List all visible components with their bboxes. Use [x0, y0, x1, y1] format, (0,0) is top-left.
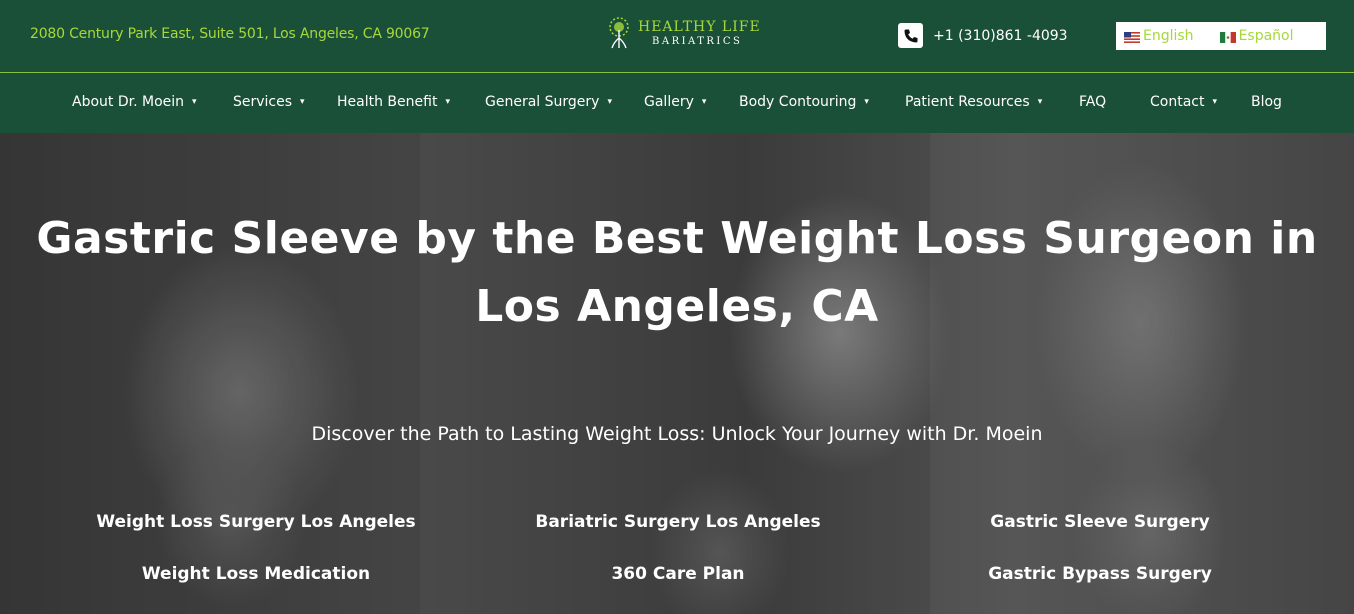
caret-down-icon: ▾ — [192, 97, 197, 107]
nav-item-general-surgery[interactable]: General Surgery ▾ — [485, 94, 612, 110]
language-label: Español — [1238, 28, 1294, 44]
hero-title-line2: Los Angeles, CA — [475, 281, 879, 332]
site-logo[interactable]: HEALTHY LIFE BARIATRICS — [606, 16, 761, 50]
nav-label: FAQ — [1079, 94, 1107, 110]
service-link-gastric-sleeve[interactable]: Gastric Sleeve Surgery — [890, 512, 1310, 532]
caret-down-icon: ▾ — [1212, 97, 1217, 107]
language-label: English — [1143, 28, 1194, 44]
hero-title: Gastric Sleeve by the Best Weight Loss S… — [0, 205, 1354, 341]
mx-flag-icon — [1219, 31, 1236, 43]
address-text: 2080 Century Park East, Suite 501, Los A… — [30, 26, 430, 42]
service-link-weight-loss-medication[interactable]: Weight Loss Medication — [46, 564, 466, 584]
service-link-360-care-plan[interactable]: 360 Care Plan — [468, 564, 888, 584]
hero-subtitle: Discover the Path to Lasting Weight Loss… — [311, 423, 1043, 445]
caret-down-icon: ▾ — [701, 97, 707, 107]
service-link-weight-loss-surgery[interactable]: Weight Loss Surgery Los Angeles — [46, 512, 466, 532]
nav-item-patient-resources[interactable]: Patient Resources ▾ — [905, 94, 1042, 110]
logo-title: HEALTHY LIFE — [638, 18, 761, 35]
main-nav: About Dr. Moein ▾ Services ▾ Health Bene… — [0, 73, 1354, 133]
language-option-spanish[interactable]: Español — [1219, 28, 1294, 44]
language-option-english[interactable]: English — [1124, 28, 1194, 44]
tree-logo-icon — [606, 16, 632, 50]
service-link-bariatric-surgery[interactable]: Bariatric Surgery Los Angeles — [468, 512, 888, 532]
nav-item-gallery[interactable]: Gallery ▾ — [644, 94, 706, 110]
nav-item-contact[interactable]: Contact ▾ — [1150, 94, 1217, 110]
caret-down-icon: ▾ — [1037, 97, 1043, 107]
caret-down-icon: ▾ — [445, 97, 450, 107]
caret-down-icon: ▾ — [300, 97, 305, 107]
nav-item-services[interactable]: Services ▾ — [233, 94, 305, 110]
nav-label: Blog — [1251, 94, 1282, 110]
nav-label: Body Contouring — [739, 94, 857, 110]
hero-title-line1: Gastric Sleeve by the Best Weight Loss S… — [36, 213, 1318, 264]
phone-number: +1 (310)861 -4093 — [933, 27, 1068, 44]
language-switcher: English Español — [1116, 22, 1326, 50]
nav-label: General Surgery — [485, 94, 600, 110]
nav-item-faq[interactable]: FAQ — [1079, 94, 1106, 110]
nav-item-about[interactable]: About Dr. Moein ▾ — [72, 94, 197, 110]
us-flag-icon — [1124, 31, 1140, 43]
nav-label: Contact — [1150, 94, 1205, 110]
service-link-gastric-bypass[interactable]: Gastric Bypass Surgery — [890, 564, 1310, 584]
caret-down-icon: ▾ — [607, 97, 612, 107]
nav-label: Gallery — [644, 94, 694, 110]
phone-link[interactable]: +1 (310)861 -4093 — [898, 23, 1068, 48]
nav-label: About Dr. Moein — [72, 94, 185, 110]
nav-label: Services — [233, 94, 293, 110]
top-bar: 2080 Century Park East, Suite 501, Los A… — [0, 0, 1354, 72]
phone-icon — [898, 23, 923, 48]
nav-item-blog[interactable]: Blog — [1251, 94, 1282, 110]
hero-section: Gastric Sleeve by the Best Weight Loss S… — [0, 133, 1354, 614]
nav-label: Health Benefit — [337, 94, 438, 110]
nav-label: Patient Resources — [905, 94, 1030, 110]
nav-item-health-benefit[interactable]: Health Benefit ▾ — [337, 94, 450, 110]
nav-item-body-contouring[interactable]: Body Contouring ▾ — [739, 94, 869, 110]
caret-down-icon: ▾ — [864, 97, 869, 107]
logo-subtitle: BARIATRICS — [652, 35, 743, 47]
